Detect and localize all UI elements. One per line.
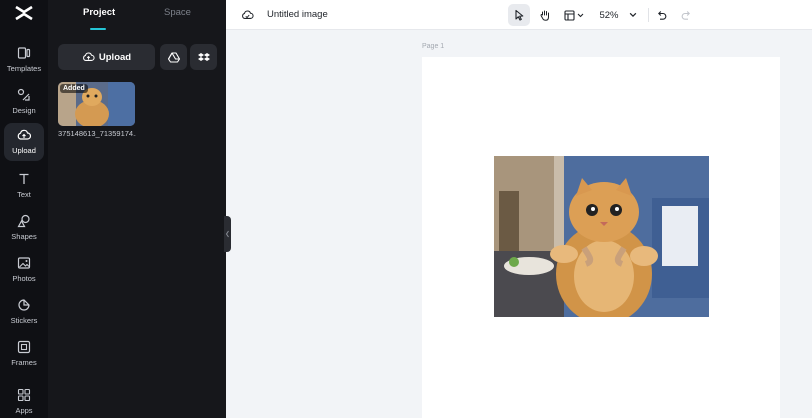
rail-label: Shapes	[11, 232, 37, 241]
rail-item-text[interactable]: Text	[4, 167, 44, 205]
rail-label: Upload	[12, 146, 36, 155]
rail-item-upload[interactable]: Upload	[4, 123, 44, 161]
resize-dropdown-button[interactable]	[561, 4, 587, 26]
cloud-save-icon[interactable]	[241, 9, 254, 21]
tab-space[interactable]: Space	[164, 7, 191, 18]
apps-icon	[17, 388, 31, 402]
upload-cloud-icon	[17, 129, 31, 140]
media-thumbnail[interactable]: Added	[58, 82, 135, 126]
rail-item-apps[interactable]: Apps	[4, 383, 44, 418]
toolbar-divider	[648, 8, 649, 22]
upload-button-label: Upload	[98, 51, 132, 63]
rail-label: Stickers	[10, 316, 38, 325]
stickers-icon	[18, 299, 30, 311]
layout-icon	[564, 9, 575, 21]
panel-collapse-handle[interactable]	[224, 216, 231, 252]
redo-button[interactable]	[676, 4, 696, 26]
templates-icon	[17, 47, 31, 59]
top-bar: Untitled image 52%	[226, 0, 812, 30]
shapes-icon	[17, 214, 30, 228]
added-badge: Added	[60, 84, 88, 93]
text-icon	[19, 173, 29, 184]
google-drive-button[interactable]	[160, 44, 187, 70]
upload-button[interactable]: Upload	[58, 44, 155, 70]
upload-panel: Project Space Upload Added 375148613_713…	[48, 0, 226, 418]
media-filename: 375148613_71359174...	[58, 129, 136, 138]
hand-icon	[540, 10, 549, 21]
google-drive-icon	[167, 51, 180, 63]
panel-tabs: Project Space	[48, 0, 226, 32]
capcut-logo-icon[interactable]	[14, 4, 34, 22]
chevron-down-icon	[629, 12, 636, 18]
select-tool-button[interactable]	[508, 4, 530, 26]
upload-cloud-icon	[82, 52, 95, 61]
cursor-arrow-icon	[515, 9, 524, 21]
rail-label: Text	[17, 190, 31, 199]
left-rail: Templates Design Upload Text Shapes Phot…	[0, 0, 48, 418]
rail-label: Templates	[6, 64, 42, 73]
rail-label: Frames	[11, 358, 37, 367]
redo-icon	[681, 10, 690, 20]
zoom-dropdown[interactable]: 52%	[594, 4, 642, 26]
active-tab-indicator	[90, 28, 106, 30]
rail-item-shapes[interactable]: Shapes	[4, 209, 44, 247]
undo-icon	[657, 10, 666, 20]
chevron-left-icon	[225, 230, 229, 238]
rail-item-stickers[interactable]: Stickers	[4, 293, 44, 331]
cat-photo-image	[494, 156, 709, 317]
undo-button[interactable]	[651, 4, 671, 26]
photos-icon	[17, 257, 31, 269]
document-title[interactable]: Untitled image	[267, 9, 328, 20]
rail-item-templates[interactable]: Templates	[4, 41, 44, 79]
hand-tool-button[interactable]	[534, 4, 556, 26]
canvas-cat-photo[interactable]	[494, 156, 709, 317]
dropbox-icon	[197, 52, 210, 61]
frames-icon	[17, 340, 31, 354]
rail-item-photos[interactable]: Photos	[4, 251, 44, 289]
rail-label: Photos	[12, 274, 36, 283]
tab-project[interactable]: Project	[83, 7, 115, 18]
dropbox-button[interactable]	[190, 44, 217, 70]
zoom-level: 52%	[599, 9, 619, 21]
rail-item-design[interactable]: Design	[4, 83, 44, 121]
rail-label: Design	[12, 106, 36, 115]
rail-label: Apps	[15, 406, 33, 415]
page-label: Page 1	[422, 43, 445, 50]
chevron-down-icon	[577, 13, 584, 17]
design-icon	[17, 88, 30, 101]
rail-item-frames[interactable]: Frames	[4, 335, 44, 373]
